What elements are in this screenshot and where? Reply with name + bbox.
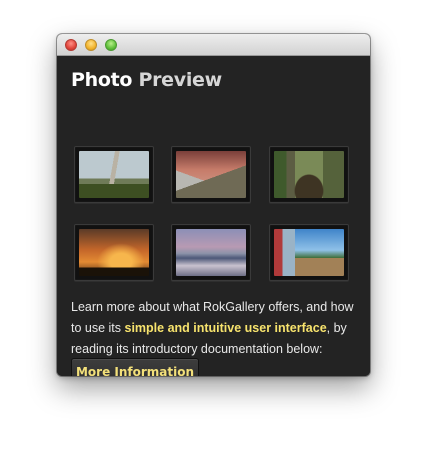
page-title: Photo Preview <box>71 67 222 93</box>
preview-window: Photo Preview Learn more about what RokG… <box>57 34 370 376</box>
title-photo: Photo <box>71 69 133 91</box>
thumbnail-image <box>176 151 246 198</box>
gallery-thumbnail[interactable] <box>74 146 154 203</box>
title-bar[interactable] <box>57 34 370 56</box>
thumbnail-image <box>176 229 246 276</box>
more-information-button[interactable]: More Information <box>71 358 199 376</box>
thumbnail-image <box>79 229 149 276</box>
gallery-thumbnail[interactable] <box>74 224 154 281</box>
thumbnail-image <box>274 229 344 276</box>
stage: Photo Preview Learn more about what RokG… <box>0 0 427 455</box>
zoom-window-icon[interactable] <box>105 39 117 51</box>
gallery-thumbnail[interactable] <box>171 146 251 203</box>
description-highlight: simple and intuitive user interface <box>124 321 327 335</box>
close-window-icon[interactable] <box>65 39 77 51</box>
thumbnail-image <box>274 151 344 198</box>
thumbnail-image <box>79 151 149 198</box>
gallery-thumbnail[interactable] <box>269 224 349 281</box>
gallery-thumbnail[interactable] <box>171 224 251 281</box>
description-text: Learn more about what RokGallery offers,… <box>71 297 361 360</box>
minimize-window-icon[interactable] <box>85 39 97 51</box>
title-preview: Preview <box>132 69 222 91</box>
window-content: Photo Preview Learn more about what RokG… <box>57 57 370 376</box>
gallery-thumbnail[interactable] <box>269 146 349 203</box>
